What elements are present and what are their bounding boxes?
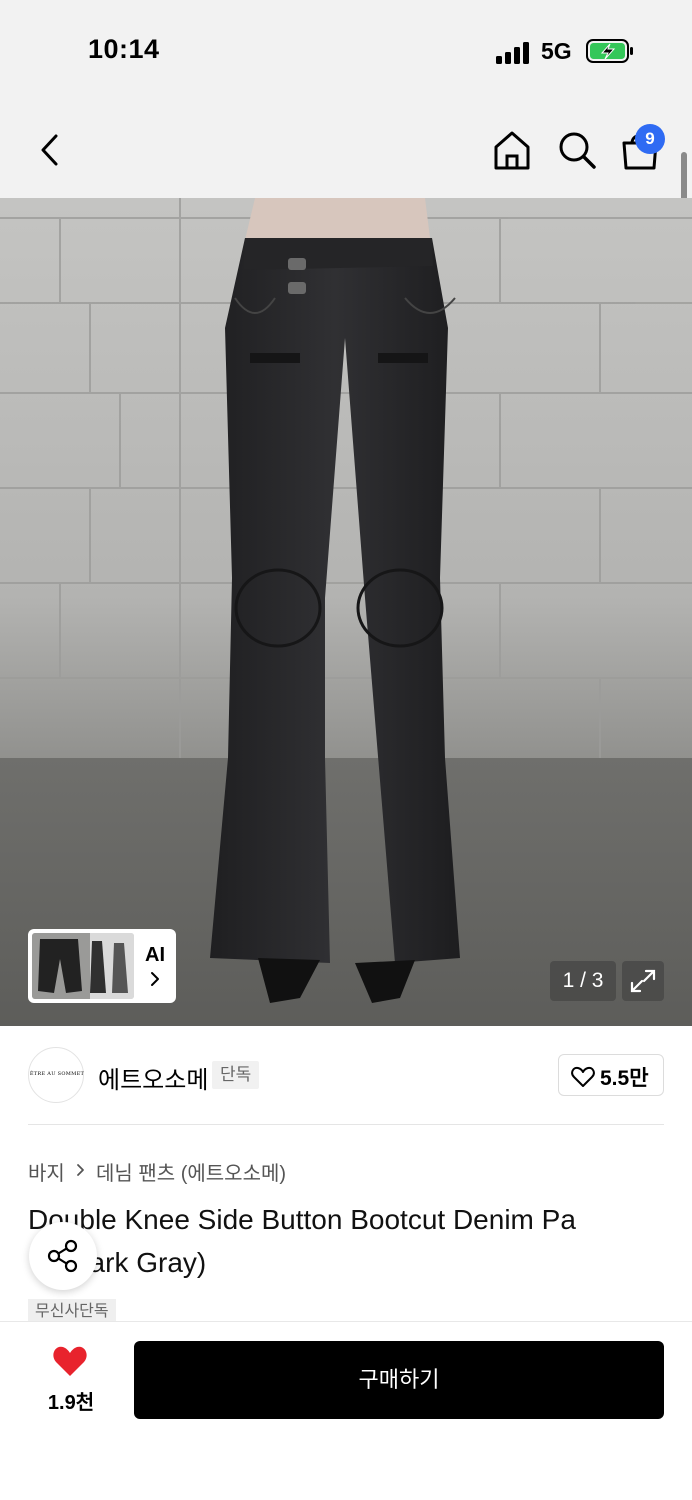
chevron-right-icon — [151, 972, 159, 986]
home-icon[interactable] — [490, 128, 534, 172]
ai-label: AI — [145, 944, 165, 966]
brand-logo[interactable]: ÊTRE AU SOMMET — [28, 1047, 84, 1103]
product-photo — [0, 198, 692, 1026]
image-counter: 1 / 3 — [550, 961, 616, 1001]
chevron-right-icon — [77, 1164, 84, 1176]
musinsa-exclusive-tag: 무신사단독 — [28, 1299, 116, 1323]
product-image[interactable] — [0, 198, 692, 1026]
exclusive-badge: 단독 — [212, 1061, 260, 1089]
breadcrumb-category[interactable]: 바지 — [28, 1157, 65, 1186]
divider — [28, 1124, 664, 1125]
breadcrumb-subcategory[interactable]: 데님 팬츠 (에트오소메) — [96, 1157, 286, 1186]
back-icon[interactable] — [30, 128, 70, 172]
cart-badge: 9 — [635, 124, 665, 154]
status-bar: 10:14 5G — [0, 0, 692, 100]
product-title-line1: Double Knee Side Button Bootcut Denim Pa — [28, 1204, 576, 1235]
share-icon — [47, 1239, 78, 1273]
brand-name[interactable]: 에트오소메 — [98, 1060, 208, 1095]
status-time: 10:14 — [88, 34, 160, 64]
share-button[interactable] — [29, 1222, 97, 1290]
brand-logo-text: ÊTRE AU SOMMET — [29, 1071, 85, 1077]
thumbnail-image — [32, 933, 134, 999]
search-icon[interactable] — [555, 128, 599, 172]
battery-charging-icon — [586, 39, 633, 63]
brand-like-count: 5.5만 — [600, 1067, 649, 1090]
signal-icon — [496, 40, 532, 64]
wish-count: 1.9천 — [47, 1392, 95, 1414]
expand-icon[interactable] — [622, 961, 664, 1001]
heart-filled-icon[interactable] — [52, 1344, 88, 1378]
heart-outline-icon — [571, 1066, 595, 1087]
network-label: 5G — [541, 38, 572, 64]
top-nav — [0, 100, 692, 198]
buy-button[interactable]: 구매하기 — [134, 1341, 664, 1419]
